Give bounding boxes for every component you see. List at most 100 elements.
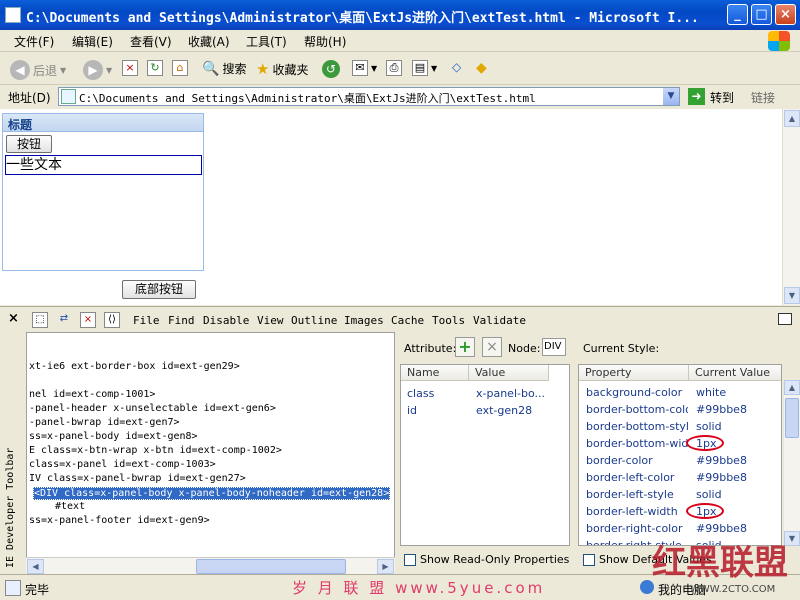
show-readonly-checkbox[interactable]: Show Read-Only Properties (404, 553, 569, 566)
mail-button[interactable]: ✉ ▼ (352, 60, 377, 76)
back-button[interactable]: ◀ 后退 ▼ (10, 60, 66, 80)
print-icon: ⎙ (386, 60, 402, 76)
style-property[interactable]: border-bottom-color (586, 403, 688, 416)
stop-button[interactable]: × (122, 60, 138, 76)
dom-node[interactable]: IV class=x-panel-bwrap id=ext-gen27> (29, 473, 246, 484)
go-arrow-icon[interactable]: ➜ (688, 88, 705, 105)
dom-node[interactable]: -panel-bwrap id=ext-gen7> (29, 417, 180, 428)
style-col-property[interactable]: Property (579, 365, 689, 381)
checkbox-box[interactable] (583, 553, 595, 566)
favorites-button[interactable]: ★ 收藏夹 (256, 60, 308, 78)
devbar-menu-view[interactable]: View (257, 314, 284, 327)
minimize-button[interactable]: _ (727, 4, 748, 25)
search-button[interactable]: 🔍 搜索 (202, 60, 246, 77)
attribute-col-value[interactable]: Value (469, 365, 549, 381)
links-button[interactable]: 链接 (751, 89, 775, 106)
messenger-button[interactable]: ◇ (452, 60, 461, 74)
menu-favorites[interactable]: 收藏(A) (188, 33, 230, 50)
style-value[interactable]: solid (696, 488, 778, 501)
style-value[interactable]: #99bbe8 (696, 454, 778, 467)
clear-icon[interactable]: × (80, 312, 96, 328)
refresh-dom-icon[interactable]: ⇄ (56, 312, 72, 328)
search-icon: 🔍 (202, 60, 220, 77)
home-button[interactable]: ⌂ (172, 60, 188, 76)
style-value[interactable]: solid (696, 420, 778, 433)
address-value: C:\Documents and Settings\Administrator\… (79, 92, 536, 105)
close-button[interactable]: × (775, 4, 796, 25)
scroll-left-icon[interactable]: ◀ (27, 559, 44, 574)
style-property[interactable]: border-left-width (586, 505, 688, 518)
style-property[interactable]: border-left-color (586, 471, 688, 484)
scroll-thumb[interactable] (196, 559, 346, 574)
style-property[interactable]: border-color (586, 454, 688, 467)
dom-node[interactable]: class=x-panel id=ext-comp-1003> (29, 459, 216, 470)
menu-help[interactable]: 帮助(H) (304, 33, 346, 50)
devbar-menu-outline[interactable]: Outline (291, 314, 337, 327)
style-property[interactable]: border-left-style (586, 488, 688, 501)
maximize-button[interactable]: □ (751, 4, 772, 25)
history-button[interactable]: ↺ (322, 60, 340, 78)
chevron-down-icon[interactable]: ▼ (663, 88, 679, 105)
devbar-menu-images[interactable]: Images (344, 314, 384, 327)
view-source-icon[interactable]: ⟨⟩ (104, 312, 120, 328)
developer-toolbar: × ⬚ ⇄ × ⟨⟩ File Find Disable View Outlin… (0, 306, 800, 332)
remove-attribute-icon[interactable]: × (482, 337, 502, 357)
dom-node[interactable]: ss=x-panel-footer id=ext-gen9> (29, 515, 210, 526)
panel-button[interactable]: 按钮 (6, 135, 52, 153)
research-button[interactable]: ◆ (476, 60, 487, 76)
style-property[interactable]: border-bottom-style (586, 420, 688, 433)
style-property[interactable]: border-bottom-width (586, 437, 688, 450)
attribute-name[interactable]: id (407, 404, 417, 417)
dom-node[interactable]: xt-ie6 ext-border-box id=ext-gen29> (29, 361, 240, 372)
style-value[interactable]: white (696, 386, 778, 399)
add-attribute-icon[interactable]: + (455, 337, 475, 357)
attribute-name[interactable]: class (407, 387, 434, 400)
menu-file[interactable]: 文件(F) (14, 33, 54, 50)
dom-hscrollbar[interactable]: ◀ ▶ (26, 557, 395, 574)
close-devbar-icon[interactable]: × (8, 311, 19, 326)
scroll-down-icon[interactable]: ▼ (784, 287, 800, 304)
footer-button[interactable]: 底部按钮 (122, 280, 196, 299)
forward-button[interactable]: ▶ ▼ (83, 60, 112, 80)
style-value[interactable]: #99bbe8 (696, 522, 778, 535)
attribute-value[interactable]: x-panel-bo... (476, 387, 568, 400)
attribute-value[interactable]: ext-gen28 (476, 404, 532, 417)
menu-edit[interactable]: 编辑(E) (72, 33, 113, 50)
dom-node[interactable]: ss=x-panel-body id=ext-gen8> (29, 431, 198, 442)
node-input[interactable]: DIV (542, 338, 566, 356)
go-button[interactable]: 转到 (710, 89, 734, 106)
devbar-menu-file[interactable]: File (133, 314, 160, 327)
page-scrollbar[interactable]: ▲ ▼ (782, 109, 800, 305)
edit-button[interactable]: ▤ ▼ (412, 60, 437, 76)
style-scrollbar[interactable]: ▲ ▼ (784, 380, 800, 546)
scroll-right-icon[interactable]: ▶ (377, 559, 394, 574)
select-element-icon[interactable]: ⬚ (32, 312, 48, 328)
dom-node[interactable]: E class=x-btn-wrap x-btn id=ext-comp-100… (29, 445, 282, 456)
print-button[interactable]: ⎙ (386, 60, 402, 76)
menu-tools[interactable]: 工具(T) (246, 33, 287, 50)
address-input[interactable]: C:\Documents and Settings\Administrator\… (58, 87, 680, 106)
devbar-menu-find[interactable]: Find (168, 314, 195, 327)
style-property[interactable]: background-color (586, 386, 688, 399)
dom-node[interactable]: #text (55, 501, 85, 512)
refresh-button[interactable]: ↻ (147, 60, 163, 76)
style-value[interactable]: #99bbe8 (696, 471, 778, 484)
checkbox-box[interactable] (404, 553, 416, 566)
attribute-col-name[interactable]: Name (401, 365, 469, 381)
devbar-menu-disable[interactable]: Disable (203, 314, 249, 327)
scroll-thumb[interactable] (785, 398, 799, 438)
scroll-up-icon[interactable]: ▲ (784, 380, 800, 395)
style-property[interactable]: border-right-color (586, 522, 688, 535)
devbar-menu-tools[interactable]: Tools (432, 314, 465, 327)
dom-node-selected[interactable]: <DIV class=x-panel-body x-panel-body-noh… (33, 487, 391, 500)
style-col-value[interactable]: Current Value (689, 365, 781, 381)
restore-icon[interactable] (778, 313, 792, 325)
style-value[interactable]: #99bbe8 (696, 403, 778, 416)
dom-node[interactable]: -panel-header x-unselectable id=ext-gen6… (29, 403, 276, 414)
devbar-menu-cache[interactable]: Cache (391, 314, 424, 327)
menu-view[interactable]: 查看(V) (130, 33, 172, 50)
dom-tree-pane[interactable]: xt-ie6 ext-border-box id=ext-gen29> nel … (26, 332, 395, 574)
dom-node[interactable]: nel id=ext-comp-1001> (29, 389, 155, 400)
devbar-menu-validate[interactable]: Validate (473, 314, 526, 327)
scroll-up-icon[interactable]: ▲ (784, 110, 800, 127)
